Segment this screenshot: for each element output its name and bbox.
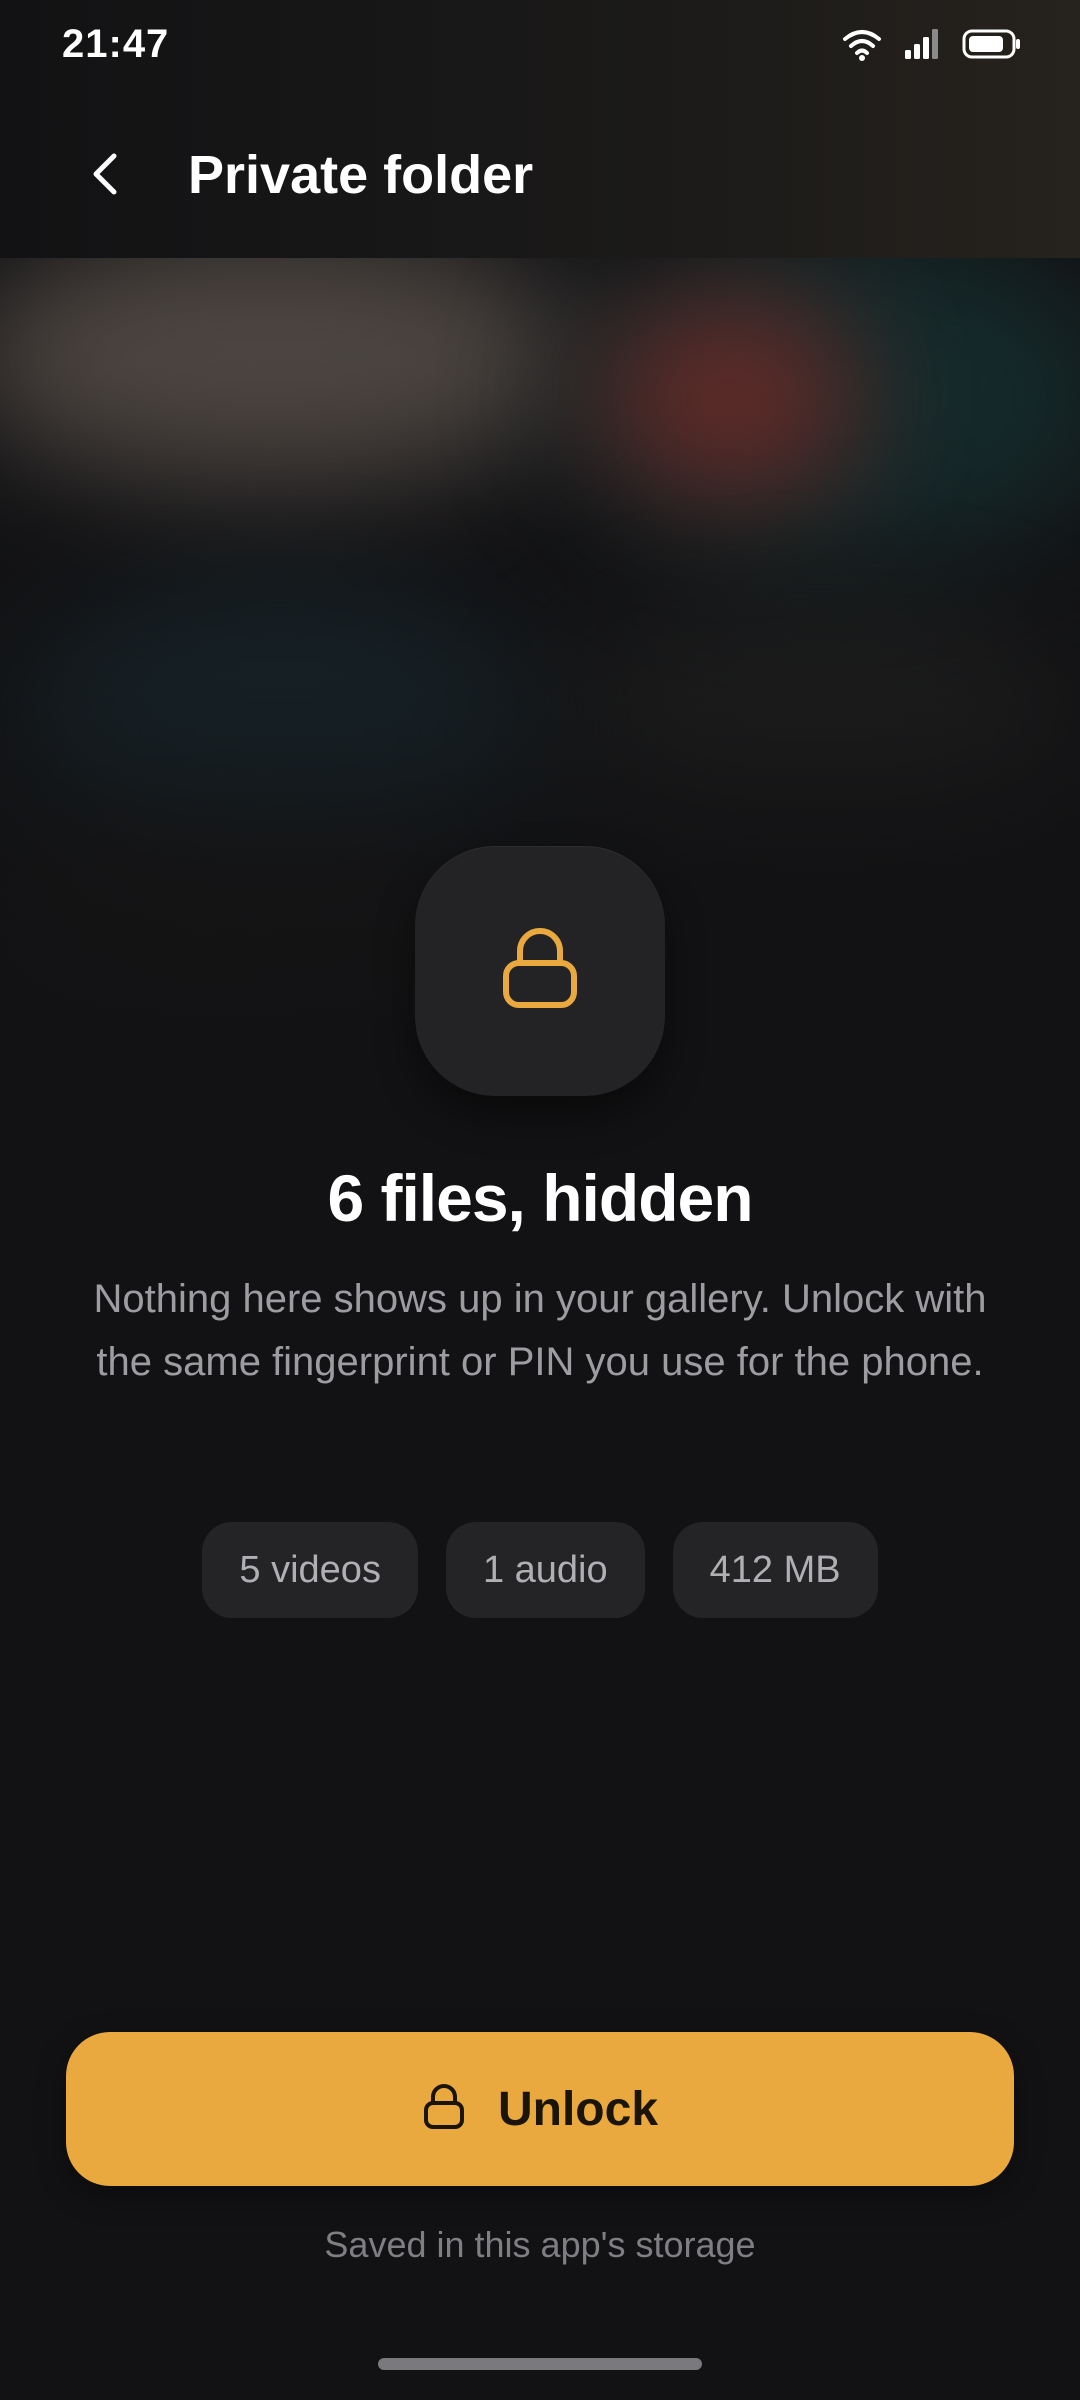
status-icons bbox=[842, 26, 1022, 66]
wifi-icon bbox=[842, 27, 882, 66]
home-indicator[interactable] bbox=[378, 2358, 702, 2370]
file-summary-chips: 5 videos 1 audio 412 MB bbox=[0, 1522, 1080, 1618]
lock-tile bbox=[415, 846, 665, 1096]
chevron-left-icon bbox=[86, 150, 126, 203]
lock-icon bbox=[422, 2083, 466, 2136]
lock-icon bbox=[500, 927, 580, 1016]
status-time: 21:47 bbox=[62, 22, 170, 66]
back-button[interactable] bbox=[68, 138, 144, 214]
chip-audio: 1 audio bbox=[445, 1522, 645, 1618]
chip-videos: 5 videos bbox=[202, 1522, 418, 1618]
hidden-files-heading: 6 files, hidden bbox=[327, 1161, 753, 1235]
description-text: Nothing here shows up in your gallery. U… bbox=[93, 1277, 987, 1384]
top-bar: 21:47 Private folder bbox=[0, 0, 1080, 258]
page-title: Private folder bbox=[188, 145, 534, 205]
unlock-label: Unlock bbox=[497, 2082, 659, 2136]
storage-note: Saved in this app's storage bbox=[324, 2224, 756, 2265]
unlock-button[interactable]: Unlock bbox=[66, 2032, 1014, 2186]
signal-icon bbox=[904, 28, 940, 65]
chip-size: 412 MB bbox=[672, 1522, 878, 1618]
private-folder-screen: 21:47 Private folder 6 files, hidden Not… bbox=[0, 0, 1080, 2400]
battery-icon bbox=[962, 29, 1022, 64]
